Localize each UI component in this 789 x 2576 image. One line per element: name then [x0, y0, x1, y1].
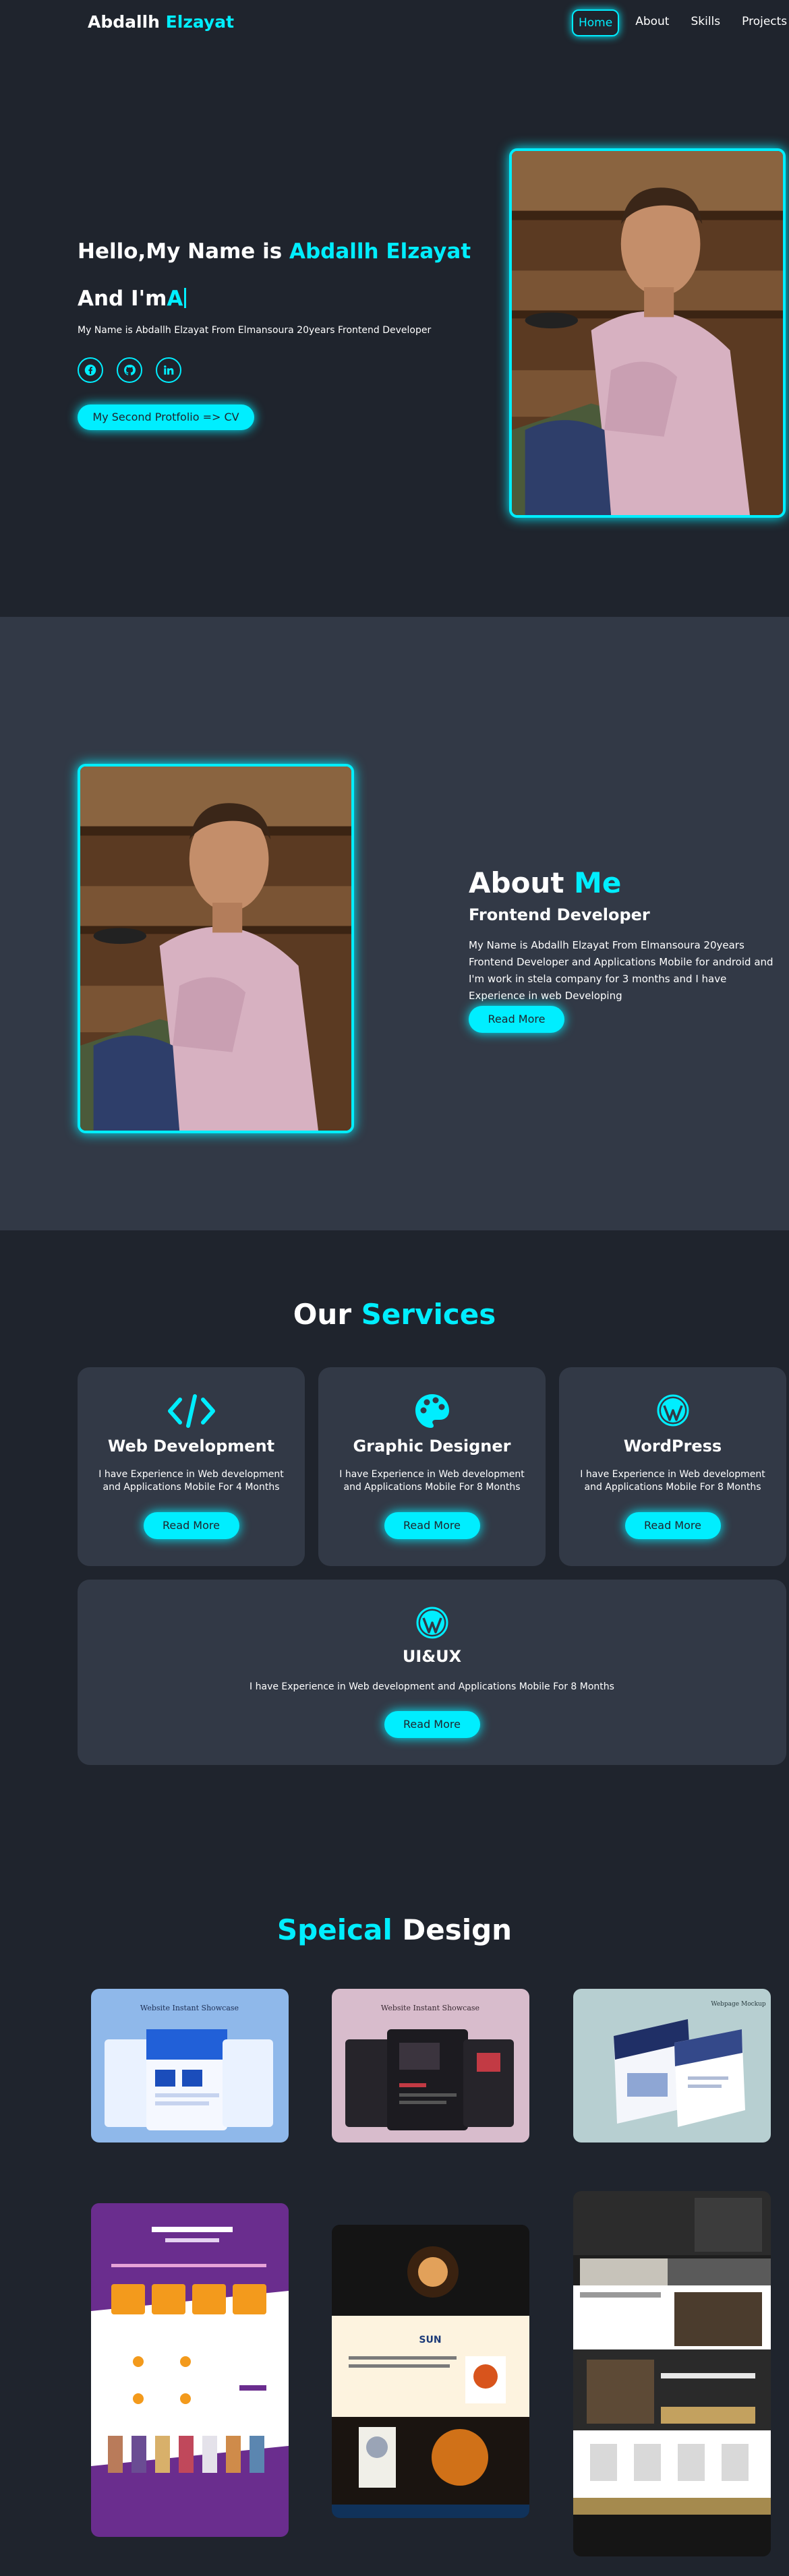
- site-logo[interactable]: Abdallh Elzayat: [88, 12, 234, 32]
- service-text: I have Experience in Web development and…: [250, 1681, 614, 1692]
- thumbnail-caption: Website Instant Showcase: [381, 2004, 479, 2012]
- hero-role: And I'mA: [78, 287, 187, 311]
- nav-projects[interactable]: Projects: [736, 9, 789, 36]
- facebook-icon[interactable]: [78, 357, 103, 383]
- design-thumbnail[interactable]: Website Instant Showcase: [332, 1989, 529, 2143]
- service-title: WordPress: [623, 1437, 722, 1456]
- nav-about[interactable]: About: [630, 9, 674, 36]
- design-title-second: Design: [402, 1913, 513, 1946]
- hero-section: Hello,My Name is Abdallh Elzayat And I'm…: [0, 0, 789, 617]
- about-read-more-button[interactable]: Read More: [469, 1006, 564, 1033]
- wordpress-icon: [559, 1394, 786, 1427]
- wordpress-icon: [78, 1607, 786, 1639]
- service-read-more-button[interactable]: Read More: [624, 1512, 721, 1539]
- design-title: Speical Design: [0, 1913, 789, 1946]
- design-thumbnail[interactable]: Webpage Mockup: [573, 1989, 771, 2143]
- nav-skills[interactable]: Skills: [685, 9, 726, 36]
- second-portfolio-button[interactable]: My Second Protfolio => CV: [78, 405, 254, 430]
- service-card-wordpress: WordPress I have Experience in Web devel…: [559, 1367, 786, 1566]
- about-title-first: About: [469, 866, 564, 899]
- about-text: My Name is Abdallh Elzayat From Elmansou…: [469, 939, 773, 1002]
- services-title-second: Services: [361, 1298, 496, 1331]
- service-text: I have Experience in Web development and…: [98, 1469, 284, 1493]
- service-read-more-button[interactable]: Read More: [384, 1711, 480, 1738]
- hero-greeting: Hello,My Name is Abdallh Elzayat: [78, 239, 471, 264]
- service-text: I have Experience in Web development and…: [580, 1469, 765, 1493]
- service-text: I have Experience in Web development and…: [339, 1469, 525, 1493]
- service-title: UI&UX: [402, 1647, 462, 1666]
- linkedin-icon[interactable]: [156, 357, 181, 383]
- main-nav: Home About Skills Projects: [572, 9, 789, 36]
- service-card-ui-ux: UI&UX I have Experience in Web developme…: [78, 1580, 786, 1765]
- typing-cursor: [184, 288, 187, 308]
- services-title: Our Services: [0, 1298, 789, 1331]
- logo-second: Elzayat: [165, 12, 235, 32]
- thumbnail-caption: Webpage Mockup: [711, 2001, 766, 2008]
- design-title-first: Speical: [276, 1913, 392, 1946]
- greeting-text: Hello,My Name is: [78, 239, 289, 264]
- service-title: Graphic Designer: [353, 1437, 511, 1456]
- about-title-second: Me: [574, 866, 622, 899]
- design-thumbnail[interactable]: Website Instant Showcase: [91, 1989, 289, 2143]
- design-thumbnail[interactable]: [91, 2203, 289, 2537]
- about-title: About Me: [469, 866, 621, 899]
- social-links: [78, 357, 181, 383]
- role-typed: A: [167, 287, 183, 311]
- hero-profile-photo: [509, 148, 786, 518]
- services-title-first: Our: [293, 1298, 352, 1331]
- hero-intro: My Name is Abdallh Elzayat From Elmansou…: [78, 325, 432, 336]
- service-read-more-button[interactable]: Read More: [384, 1512, 480, 1539]
- code-icon: [78, 1394, 305, 1428]
- thumbnail-caption: Website Instant Showcase: [140, 2004, 239, 2012]
- github-icon[interactable]: [117, 357, 142, 383]
- logo-first: Abdallh: [88, 12, 160, 32]
- design-thumbnail[interactable]: SUN: [332, 2225, 529, 2518]
- role-prefix: And I'm: [78, 287, 167, 311]
- nav-home[interactable]: Home: [572, 9, 620, 36]
- about-subtitle: Frontend Developer: [469, 905, 650, 924]
- service-title: Web Development: [107, 1437, 275, 1456]
- service-card-graphic-designer: Graphic Designer I have Experience in We…: [318, 1367, 546, 1566]
- about-profile-photo: [78, 764, 354, 1133]
- hero-name: Abdallh Elzayat: [289, 239, 471, 264]
- design-thumbnail[interactable]: [573, 2191, 771, 2556]
- service-card-web-development: Web Development I have Experience in Web…: [78, 1367, 305, 1566]
- about-section: About Me Frontend Developer My Name is A…: [0, 617, 789, 1230]
- site-header: Abdallh Elzayat Home About Skills Projec…: [0, 0, 789, 46]
- service-read-more-button[interactable]: Read More: [143, 1512, 239, 1539]
- palette-icon: [318, 1393, 546, 1429]
- thumbnail-caption: SUN: [419, 2335, 441, 2345]
